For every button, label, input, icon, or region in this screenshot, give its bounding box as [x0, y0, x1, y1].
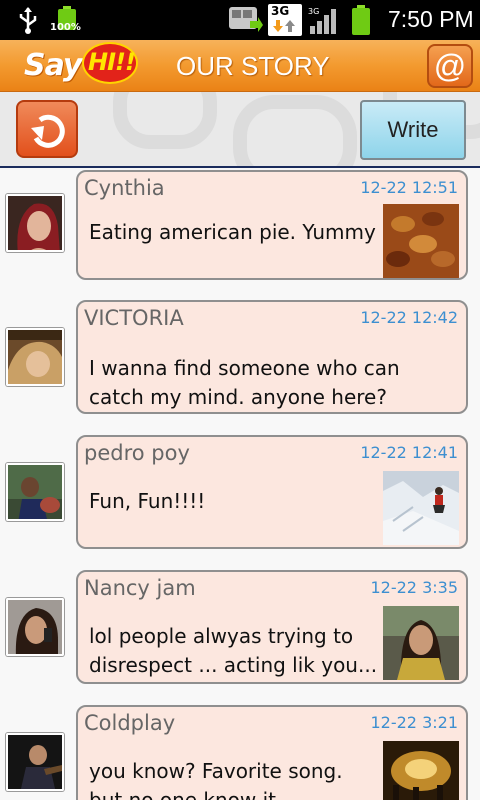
post-message: I wanna find someone who can catch my mi…: [89, 356, 400, 409]
battery-icon: [352, 5, 370, 35]
post-card[interactable]: VICTORIA 12-22 12:42 I wanna find someon…: [76, 300, 468, 414]
story-feed[interactable]: Cynthia 12-22 12:51 Eating american pie.…: [0, 170, 480, 800]
post-author[interactable]: Coldplay: [84, 711, 175, 735]
post-card[interactable]: Coldplay 12-22 3:21 you know? Favorite s…: [76, 705, 468, 800]
post-item[interactable]: pedro poy 12-22 12:41 Fun, Fun!!!!: [0, 435, 480, 570]
post-time: 12-22 12:42: [360, 308, 458, 327]
avatar[interactable]: [6, 598, 64, 656]
refresh-button[interactable]: [16, 100, 78, 158]
post-author[interactable]: VICTORIA: [84, 306, 184, 330]
svg-text:3G: 3G: [308, 7, 319, 16]
post-item[interactable]: VICTORIA 12-22 12:42 I wanna find someon…: [0, 300, 480, 435]
post-photo[interactable]: [383, 471, 459, 545]
signal-strength-icon: 3G: [308, 7, 336, 34]
network-3g-icon: 3G: [268, 4, 302, 36]
post-photo[interactable]: [383, 741, 459, 800]
logo-hi-text: HI!!: [88, 48, 136, 76]
post-photo[interactable]: [383, 606, 459, 680]
at-icon: @: [433, 48, 467, 84]
post-message: lol people alwyas trying to disrespect .…: [89, 624, 378, 677]
avatar[interactable]: [6, 328, 64, 386]
post-author[interactable]: Cynthia: [84, 176, 165, 200]
page-title: OUR STORY: [176, 51, 330, 81]
avatar[interactable]: [6, 194, 64, 252]
mentions-button[interactable]: @: [427, 44, 473, 88]
app-header: Say HI!! OUR STORY @: [0, 40, 480, 92]
post-item[interactable]: Coldplay 12-22 3:21 you know? Favorite s…: [0, 705, 480, 800]
sd-card-icon: [229, 7, 263, 32]
avatar[interactable]: [6, 733, 64, 791]
post-time: 12-22 12:41: [360, 443, 458, 462]
sayhi-logo: Say HI!!: [24, 42, 146, 90]
post-time: 12-22 3:21: [370, 713, 458, 732]
post-message: Fun, Fun!!!!: [89, 489, 206, 513]
post-photo[interactable]: [383, 204, 459, 278]
avatar[interactable]: [6, 463, 64, 521]
toolbar: Write: [0, 92, 480, 168]
post-item[interactable]: Cynthia 12-22 12:51 Eating american pie.…: [0, 170, 480, 305]
battery-percent: 100%: [50, 22, 81, 33]
clock: 7:50 PM: [388, 6, 474, 32]
status-bar: 100% 3G 3G 7:50 PM: [0, 0, 480, 40]
post-time: 12-22 3:35: [370, 578, 458, 597]
refresh-icon: [31, 114, 65, 148]
post-author[interactable]: Nancy jam: [84, 576, 196, 600]
post-card[interactable]: Nancy jam 12-22 3:35 lol people alwyas t…: [76, 570, 468, 684]
post-item[interactable]: Nancy jam 12-22 3:35 lol people alwyas t…: [0, 570, 480, 705]
post-author[interactable]: pedro poy: [84, 441, 190, 465]
post-time: 12-22 12:51: [360, 178, 458, 197]
post-message: Eating american pie. Yummy: [89, 220, 376, 244]
post-message: you know? Favorite song. but no one know…: [89, 759, 343, 800]
write-button[interactable]: Write: [360, 100, 466, 160]
post-card[interactable]: Cynthia 12-22 12:51 Eating american pie.…: [76, 170, 468, 280]
logo-say-text: Say: [24, 48, 82, 83]
post-card[interactable]: pedro poy 12-22 12:41 Fun, Fun!!!!: [76, 435, 468, 549]
usb-icon: [19, 7, 37, 34]
